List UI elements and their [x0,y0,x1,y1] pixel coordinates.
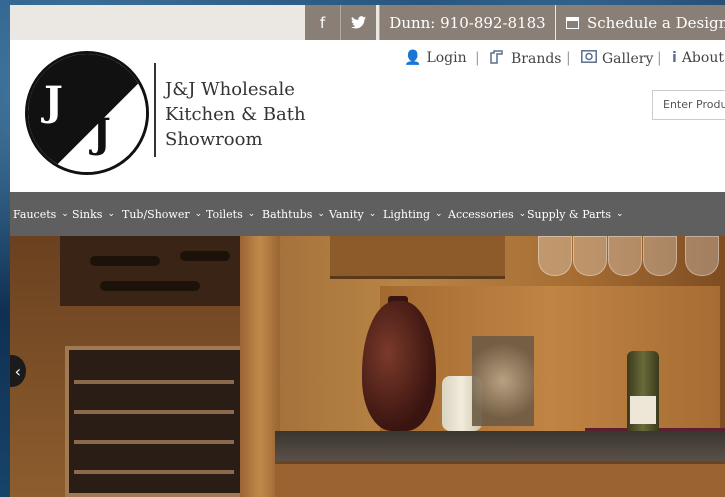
nav-item-accessories[interactable]: Accessories ⌄ [448,192,526,236]
hero-drawers [275,461,725,497]
nav-item-lighting[interactable]: Lighting ⌄ [383,192,443,236]
brand-line: Kitchen & Bath [165,104,306,125]
login-link[interactable]: 👤 Login [404,50,467,66]
brands-label: Brands [511,51,562,67]
about-link[interactable]: i About [672,50,724,66]
twitter-glyph [351,16,366,29]
brand-line: Showroom [165,129,263,150]
hero-glass [608,236,642,276]
logo-letter-j1: J [44,78,63,125]
site-header: J & J J&J Wholesale Kitchen & Bath Showr… [10,40,725,192]
hero-vase [362,301,436,431]
chevron-left-icon: ‹ [14,361,21,381]
logo-divider [154,63,156,157]
login-label: Login [426,50,467,66]
gallery-link[interactable]: Gallery [581,50,653,67]
top-bar: f Dunn: 910-892-8183 Schedule a Design [10,5,725,40]
search-placeholder: Enter Product Name [663,98,725,111]
hero-cork-jar [472,336,534,426]
calendar-icon [566,16,579,29]
nav-label: Faucets [13,207,57,221]
hero-glass [538,236,572,276]
facebook-icon[interactable]: f [305,5,340,40]
search-input[interactable]: Enter Product Name [652,90,725,120]
hero-bottle [180,251,230,261]
separator: | [566,50,571,66]
hero-bottle [100,281,200,291]
brands-link[interactable]: Brands [490,50,562,68]
chevron-down-icon: ⌄ [368,209,377,219]
nav-item-supply-parts[interactable]: Supply & Parts ⌄ [527,192,624,236]
hero-glass [685,236,719,276]
nav-item-bathtubs[interactable]: Bathtubs ⌄ [262,192,325,236]
nav-label: Supply & Parts [527,207,612,221]
separator: | [657,50,662,66]
hero-bottle [90,256,160,266]
chevron-down-icon: ⌄ [616,209,624,219]
hero-shelf [74,470,234,474]
hero-upper-cabinet [330,236,505,279]
hero-image [10,236,725,497]
web-page: f Dunn: 910-892-8183 Schedule a Design J… [10,5,725,497]
brands-icon [490,50,506,68]
nav-label: Accessories [448,207,514,221]
hero-wine-fridge [65,346,245,497]
logo[interactable]: J & J [25,51,149,175]
hero-countertop [275,431,725,461]
info-icon: i [672,50,677,66]
hero-shelf [74,440,234,444]
gallery-label: Gallery [602,50,654,67]
nav-item-toilets[interactable]: Toilets ⌄ [206,192,255,236]
chevron-down-icon: ⌄ [107,209,115,219]
hero-glass [643,236,677,276]
gallery-icon [581,50,597,67]
nav-label: Lighting [383,207,431,221]
brand-line: J&J Wholesale [165,79,295,100]
schedule-design-button[interactable]: Schedule a Design [556,5,725,40]
nav-item-faucets[interactable]: Faucets ⌄ [13,192,69,236]
nav-label: Tub/Shower [122,207,190,221]
chevron-down-icon: ⌄ [317,209,325,219]
nav-item-sinks[interactable]: Sinks ⌄ [72,192,115,236]
twitter-icon[interactable] [341,5,376,40]
chevron-down-icon: ⌄ [435,209,443,219]
nav-item-tub-shower[interactable]: Tub/Shower ⌄ [122,192,202,236]
hero-glass [573,236,607,276]
brand-name[interactable]: J&J Wholesale Kitchen & Bath Showroom [165,77,306,152]
main-nav: Faucets ⌄ Sinks ⌄ Tub/Shower ⌄ Toilets ⌄ Bat… [10,192,725,236]
facebook-glyph: f [319,13,326,32]
phone-text: Dunn: 910-892-8183 [389,13,546,32]
logo-letter-j2: J [92,110,111,157]
nav-label: Vanity [329,207,364,221]
nav-item-vanity[interactable]: Vanity ⌄ [329,192,376,236]
hero-bottle-label [630,396,656,424]
user-icon: 👤 [404,50,422,66]
nav-label: Bathtubs [262,207,313,221]
chevron-down-icon: ⌄ [518,209,527,219]
schedule-text: Schedule a Design [587,13,725,32]
chevron-down-icon: ⌄ [194,209,203,219]
chevron-down-icon: ⌄ [61,209,69,219]
nav-label: Toilets [206,207,243,221]
about-label: About [681,50,724,66]
hero-pillar [240,236,280,497]
hero-shelf [74,380,234,384]
nav-label: Sinks [72,207,103,221]
separator: | [475,50,480,66]
hero-shelf [74,410,234,414]
phone-link[interactable]: Dunn: 910-892-8183 [380,5,555,40]
hero-wine-rack [60,236,240,306]
chevron-down-icon: ⌄ [247,209,256,219]
